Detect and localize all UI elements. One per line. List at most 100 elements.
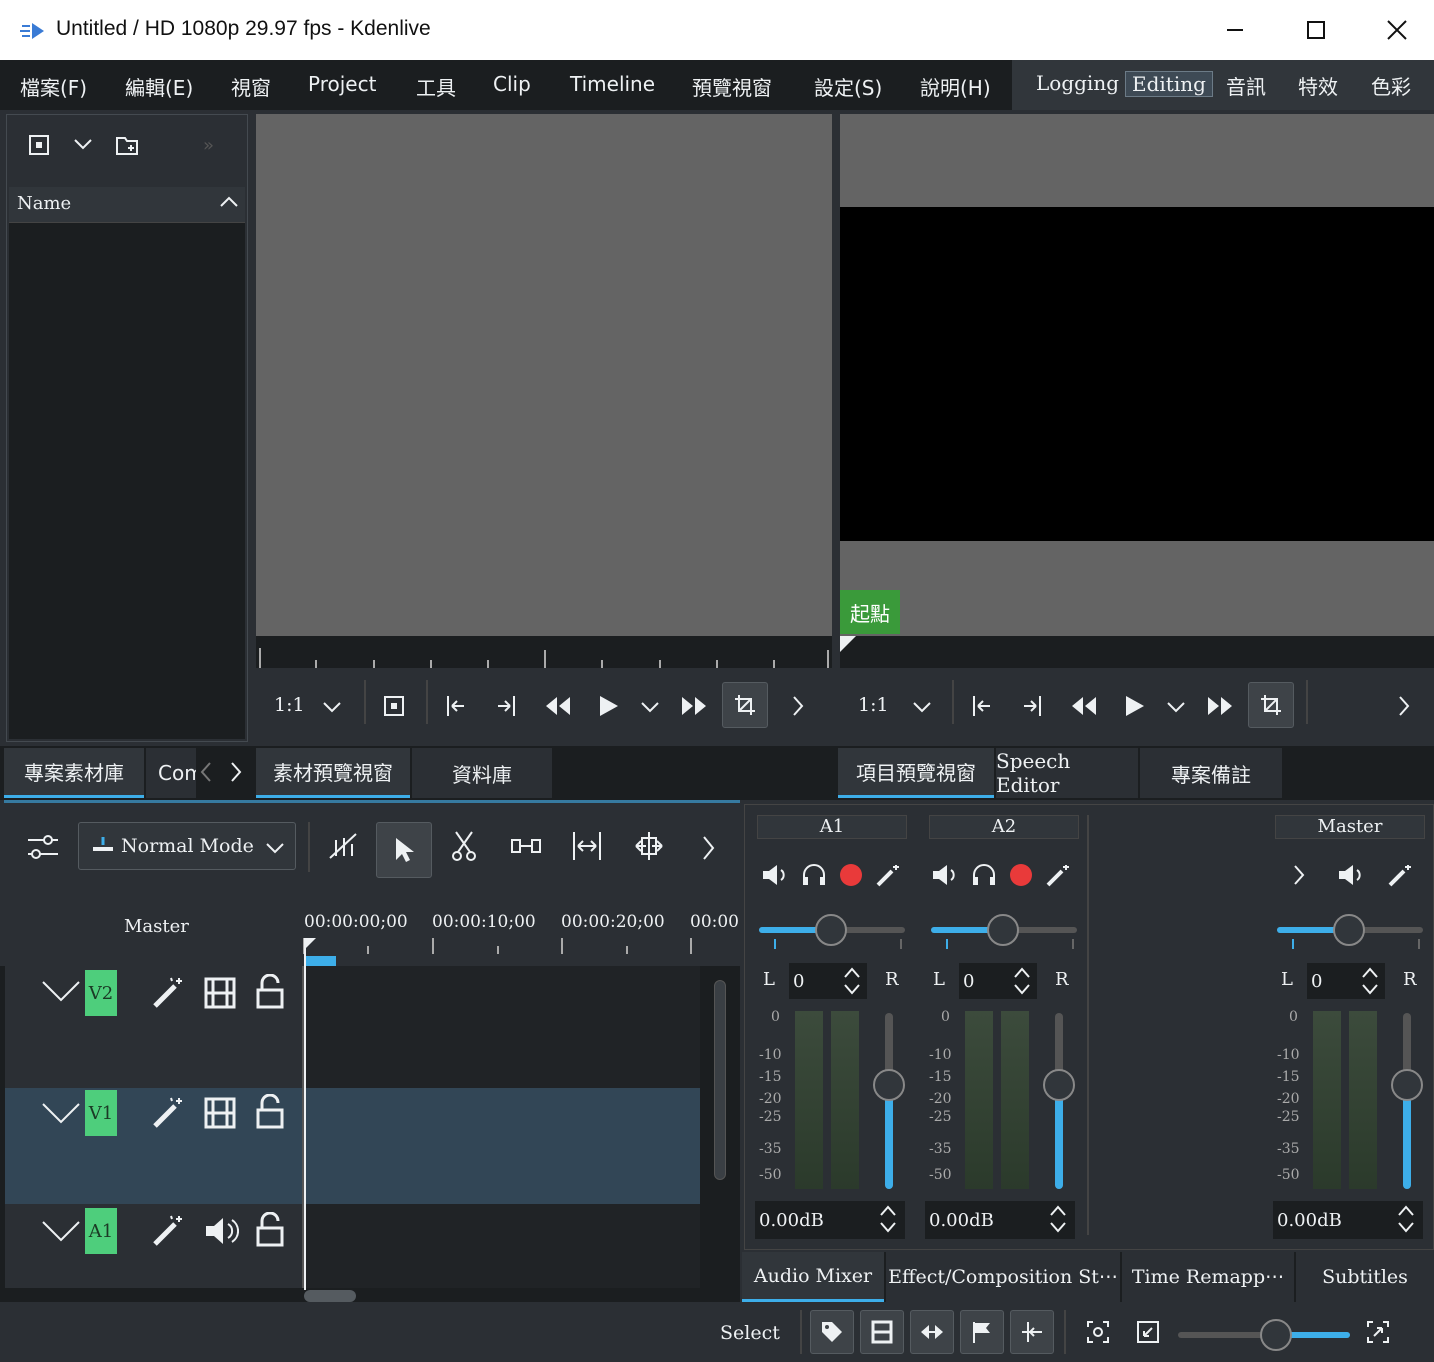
play-dropdown-icon[interactable] — [640, 700, 660, 714]
tab-effect-composition-stack[interactable]: Effect/Composition St⋯ — [886, 1252, 1120, 1302]
play-icon[interactable] — [596, 694, 620, 718]
track-header-v1[interactable]: V1 — [5, 1088, 302, 1204]
effects-toggle-icon[interactable] — [151, 976, 185, 1010]
menu-view[interactable]: 視窗 — [231, 72, 271, 101]
razor-tool-icon[interactable] — [450, 830, 478, 862]
record-icon[interactable] — [1009, 863, 1033, 887]
volume-fader[interactable] — [1389, 1011, 1425, 1191]
maximize-button[interactable] — [1276, 0, 1356, 60]
set-in-point-icon[interactable] — [444, 694, 468, 718]
lock-icon[interactable] — [255, 974, 285, 1010]
menu-monitor[interactable]: 預覽視窗 — [692, 72, 772, 101]
collapse-track-icon[interactable] — [41, 1218, 81, 1242]
rewind-icon[interactable] — [544, 694, 572, 718]
forward-icon[interactable] — [680, 694, 708, 718]
collapse-track-icon[interactable] — [41, 978, 81, 1002]
track-tag-v1[interactable]: V1 — [85, 1090, 117, 1136]
layout-effects[interactable]: 特效 — [1298, 71, 1338, 100]
mute-icon[interactable] — [931, 863, 957, 887]
speaker-icon[interactable] — [203, 1214, 239, 1248]
play-icon[interactable] — [1122, 694, 1146, 718]
add-clip-icon[interactable] — [27, 133, 51, 157]
set-in-point-icon[interactable] — [970, 694, 994, 718]
lock-icon[interactable] — [255, 1212, 285, 1248]
effects-toggle-icon[interactable] — [151, 1214, 185, 1248]
pan-slider[interactable] — [1275, 913, 1425, 953]
timeline-ruler[interactable]: 00:00:00;00 00:00:10;00 00:00:20;00 00:0… — [302, 888, 740, 966]
record-icon[interactable] — [839, 863, 863, 887]
chevron-down-icon[interactable] — [73, 137, 93, 151]
spin-arrows-icon[interactable] — [1359, 963, 1381, 999]
flag-icon[interactable] — [960, 1310, 1004, 1354]
menu-help[interactable]: 說明(H) — [920, 72, 991, 101]
more-tools-icon[interactable] — [700, 834, 716, 862]
playhead[interactable] — [304, 948, 306, 1290]
new-folder-icon[interactable] — [115, 133, 141, 157]
menu-settings[interactable]: 設定(S) — [814, 72, 882, 101]
tab-audio-mixer[interactable]: Audio Mixer — [742, 1252, 884, 1302]
menu-clip[interactable]: Clip — [493, 72, 531, 96]
effects-toggle-icon[interactable] — [151, 1096, 185, 1130]
project-zoom-label[interactable]: 1:1 — [858, 694, 889, 716]
tab-clip-monitor[interactable]: 素材預覽視窗 — [256, 748, 410, 798]
slip-tool-icon[interactable] — [632, 830, 666, 862]
zoom-slider[interactable] — [1176, 1316, 1352, 1352]
razor-all-icon[interactable] — [326, 830, 360, 862]
forward-icon[interactable] — [1206, 694, 1234, 718]
menu-tools[interactable]: 工具 — [416, 72, 456, 101]
layout-logging[interactable]: Logging — [1036, 71, 1119, 95]
track-lane-v1[interactable] — [306, 1088, 700, 1204]
play-dropdown-icon[interactable] — [1166, 700, 1186, 714]
expand-arrow-icon[interactable] — [1291, 863, 1307, 887]
tab-project-notes[interactable]: 專案備註 — [1140, 748, 1282, 798]
layout-color[interactable]: 色彩 — [1371, 71, 1411, 100]
crop-icon[interactable] — [1248, 682, 1294, 728]
set-out-point-icon[interactable] — [494, 694, 518, 718]
more-icon[interactable]: » — [203, 135, 214, 156]
effects-icon[interactable] — [875, 863, 901, 887]
close-button[interactable] — [1357, 0, 1434, 60]
film-icon[interactable] — [203, 1096, 237, 1130]
zoom-dropdown-icon[interactable] — [322, 700, 342, 714]
headphones-icon[interactable] — [971, 863, 997, 887]
effects-icon[interactable] — [1045, 863, 1071, 887]
track-lane-a1[interactable] — [306, 1204, 700, 1288]
snap-icon[interactable] — [910, 1310, 954, 1354]
zoom-dropdown-icon[interactable] — [912, 700, 932, 714]
tab-scroll-right-icon[interactable] — [228, 760, 244, 784]
horizontal-scrollbar[interactable] — [304, 1290, 356, 1302]
split-audio-icon[interactable] — [1010, 1310, 1054, 1354]
mute-icon[interactable] — [1337, 863, 1363, 887]
clip-zoom-label[interactable]: 1:1 — [274, 694, 305, 716]
spin-arrows-icon[interactable] — [1395, 1201, 1417, 1237]
tab-project-bin[interactable]: 專案素材庫 — [4, 748, 144, 798]
track-lane-v2[interactable] — [306, 966, 700, 1088]
lock-icon[interactable] — [255, 1094, 285, 1130]
tab-compositions[interactable]: Com — [146, 748, 196, 798]
rewind-icon[interactable] — [1070, 694, 1098, 718]
collapse-track-icon[interactable] — [41, 1100, 81, 1124]
spin-arrows-icon[interactable] — [877, 1201, 899, 1237]
track-tag-a1[interactable]: A1 — [85, 1208, 117, 1254]
ripple-tool-icon[interactable] — [570, 830, 604, 862]
spin-arrows-icon[interactable] — [841, 963, 863, 999]
menu-timeline[interactable]: Timeline — [570, 72, 655, 96]
layout-editing[interactable]: Editing — [1125, 71, 1213, 97]
effects-icon[interactable] — [1387, 863, 1413, 887]
track-settings-icon[interactable] — [26, 830, 60, 864]
layout-audio[interactable]: 音訊 — [1226, 71, 1266, 100]
tab-time-remapping[interactable]: Time Remapp⋯ — [1122, 1252, 1294, 1302]
clip-monitor-ruler[interactable] — [256, 636, 832, 668]
more-arrow-icon[interactable] — [790, 694, 806, 718]
crop-icon[interactable] — [722, 682, 768, 728]
project-monitor-ruler[interactable] — [840, 636, 1434, 668]
tab-speech-editor[interactable]: Speech Editor — [996, 748, 1138, 798]
pan-slider[interactable] — [757, 913, 907, 953]
spin-arrows-icon[interactable] — [1011, 963, 1033, 999]
minimize-button[interactable] — [1195, 0, 1275, 60]
zoom-fit-icon[interactable] — [1086, 1320, 1110, 1344]
tag-icon[interactable] — [810, 1310, 854, 1354]
film-icon[interactable] — [203, 976, 237, 1010]
tab-library[interactable]: 資料庫 — [412, 748, 552, 798]
set-out-point-icon[interactable] — [1020, 694, 1044, 718]
